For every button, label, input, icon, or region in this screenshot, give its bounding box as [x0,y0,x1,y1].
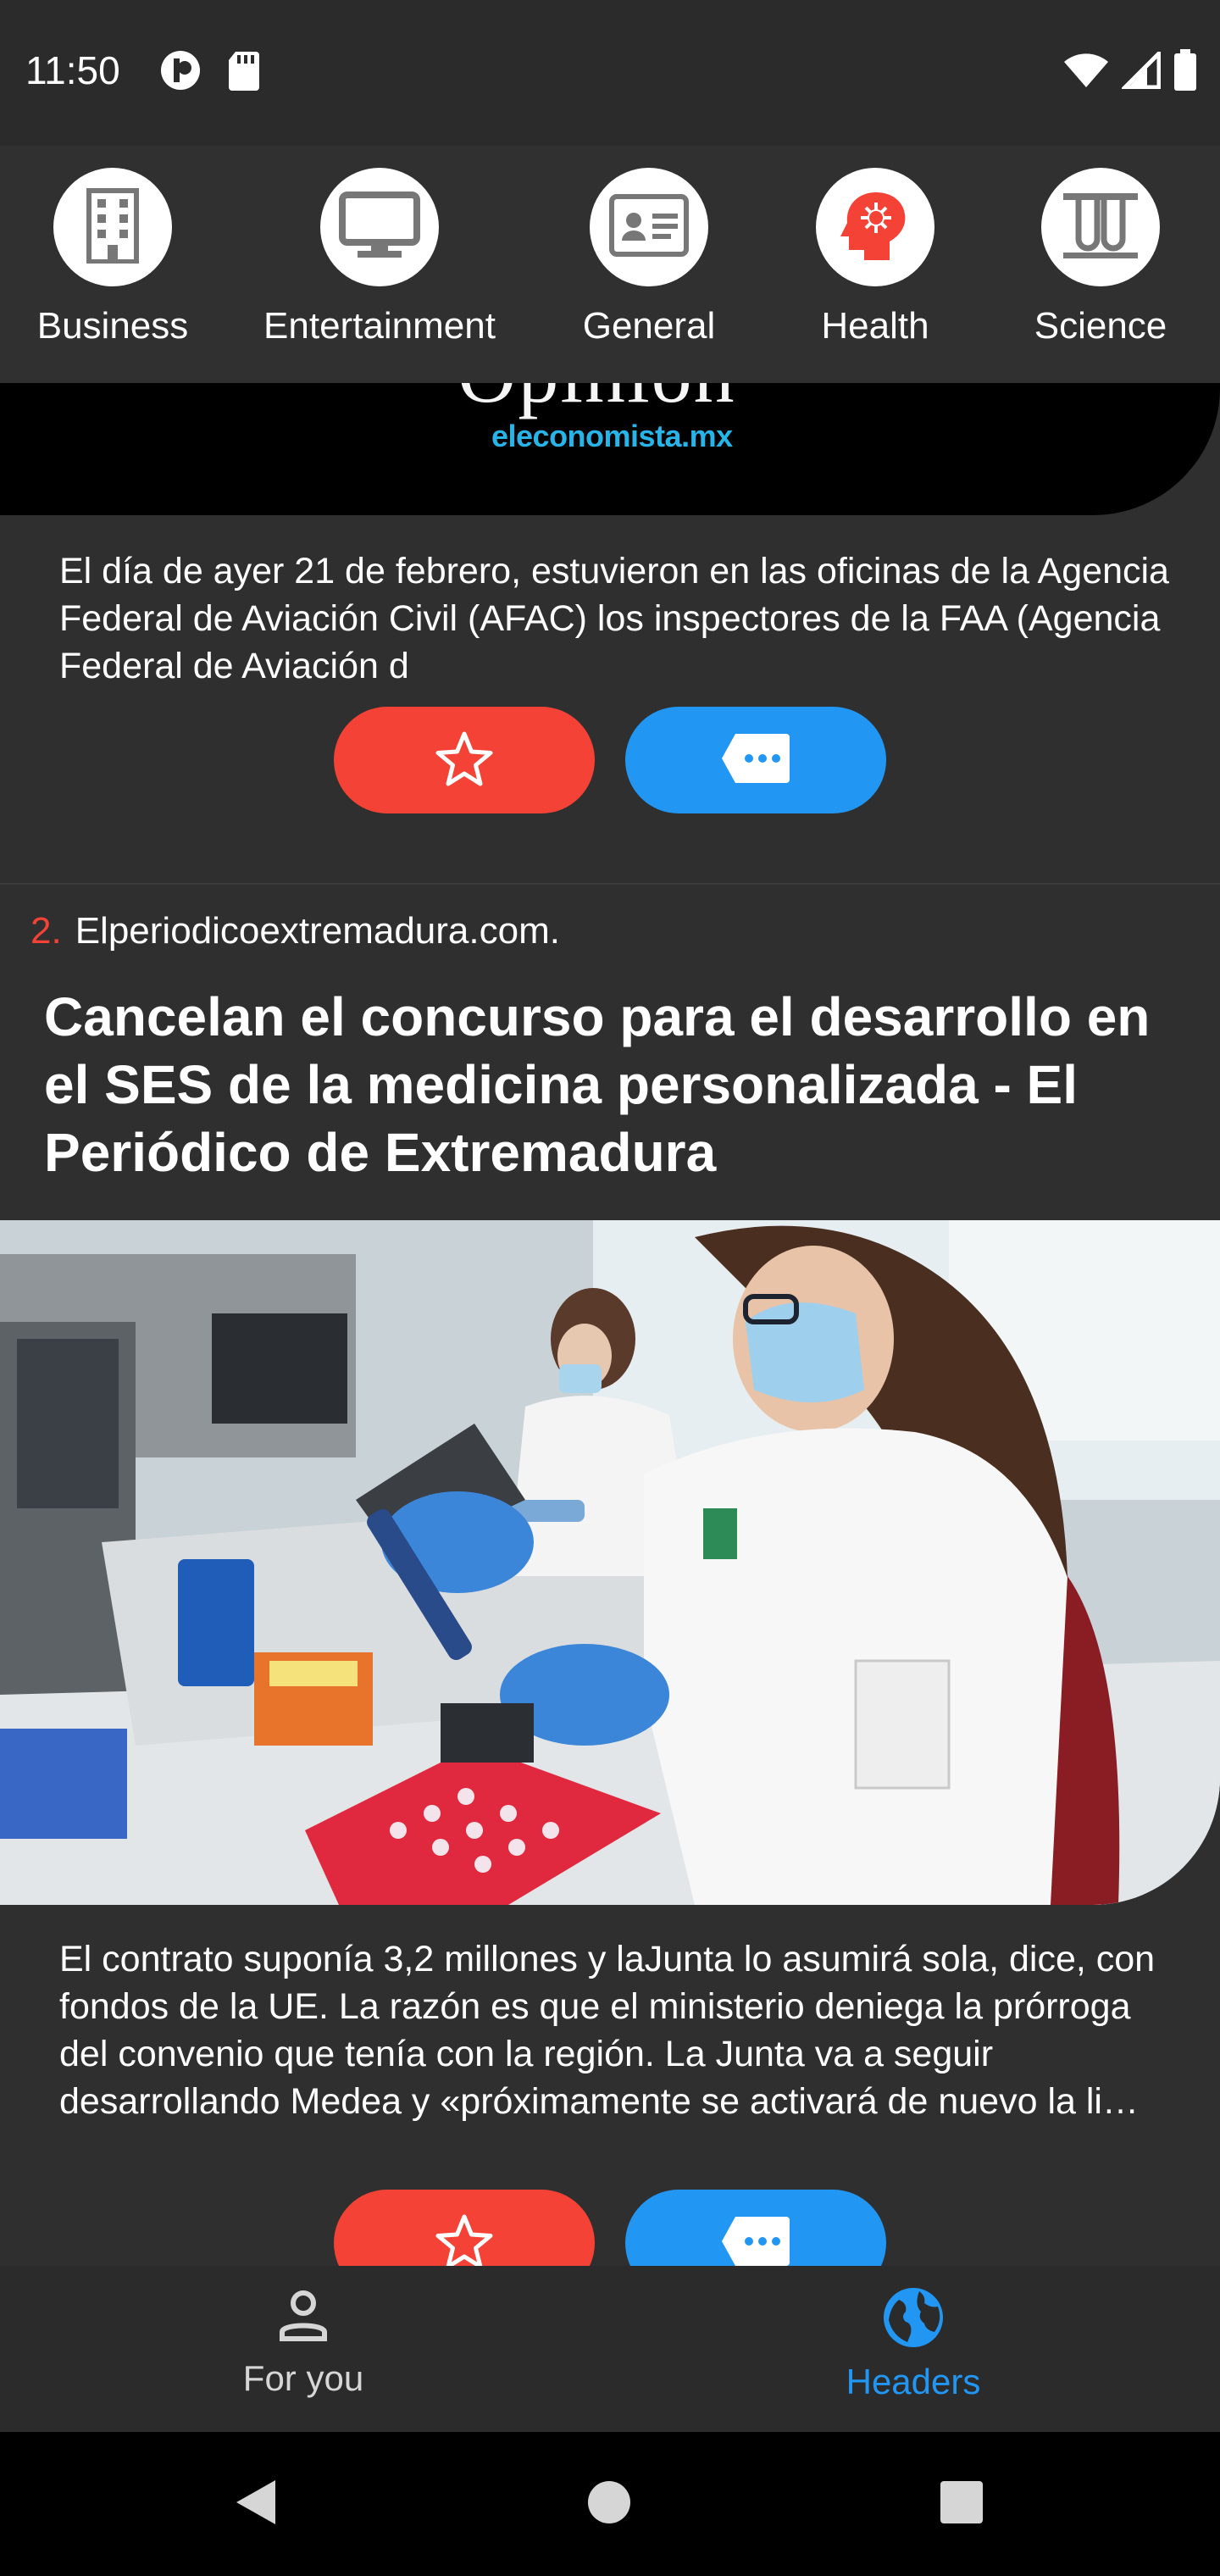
monitor-icon [337,190,422,265]
article-actions [334,2190,886,2266]
recents-square-icon [939,2479,984,2529]
category-business[interactable]: Business [0,168,240,347]
virus-head-icon [837,187,913,268]
building-icon [80,187,145,268]
category-label: General [582,305,716,347]
home-circle-icon [586,2479,632,2529]
image-partial-text: Opinión [458,383,736,421]
article-rank: 2. [30,910,62,952]
tag-more-icon [720,732,791,789]
category-entertainment[interactable]: Entertainment [252,168,507,347]
news-feed[interactable]: Opinión eleconomista.mx El día de ayer 2… [0,383,1220,2266]
category-science[interactable]: Science [973,168,1220,347]
category-circle [1041,168,1160,286]
favorite-button[interactable] [334,2190,595,2266]
share-button[interactable] [625,707,886,813]
status-bar: 11:50 [0,0,1220,146]
article-image[interactable]: Opinión eleconomista.mx [0,383,1220,515]
star-icon [435,730,494,791]
tag-more-icon [720,2215,791,2267]
category-label: Business [36,305,189,347]
status-left-icons [159,49,261,96]
status-time: 11:50 [25,48,120,92]
category-circle [816,168,934,286]
share-button[interactable] [625,2190,886,2266]
image-logo-text: eleconomista.mx [491,419,733,453]
article-actions [334,707,886,813]
article-divider [0,883,1220,885]
article-description: El día de ayer 21 de febrero, estuvieron… [59,551,1169,686]
nav-tab-headers[interactable]: Headers [744,2286,1083,2402]
category-circle [320,168,439,286]
category-general[interactable]: General [522,168,776,347]
back-triangle-icon [231,2477,279,2532]
nav-tab-for-you[interactable]: For you [134,2286,473,2399]
circle-app-icon [159,49,202,96]
favorite-button[interactable] [334,707,595,813]
sd-card-icon [227,50,261,95]
home-button[interactable] [580,2474,639,2534]
category-health[interactable]: Health [748,168,1002,347]
wifi-icon [1062,52,1110,93]
category-circle [590,168,708,286]
back-button[interactable] [225,2474,285,2534]
article-source: 2. Elperiodicoextremadura.com. [30,910,560,952]
article-description: El contrato suponía 3,2 millones y laJun… [59,1939,1156,2122]
status-right-icons [1062,47,1198,96]
test-tubes-icon [1060,190,1141,265]
globe-icon [882,2286,945,2353]
article-image[interactable] [0,1220,1220,1905]
nav-label: For you [242,2358,364,2398]
bottom-navigation: For you Headers [0,2266,1220,2432]
category-label: Health [821,305,929,347]
signal-icon [1119,47,1162,93]
category-circle [53,168,172,286]
system-navigation-bar [0,2432,1220,2576]
category-label: Science [1034,305,1167,347]
battery-icon [1173,49,1198,96]
person-icon [274,2286,333,2350]
source-name: Elperiodicoextremadura.com. [75,910,560,952]
category-label: Entertainment [263,305,496,347]
article-title[interactable]: Cancelan el concurso para el desarrollo … [44,983,1179,1186]
id-card-icon [608,193,690,262]
star-icon [435,2213,494,2266]
nav-label: Headers [846,2362,981,2401]
category-bar: Business Entertainment General Health Sc… [0,146,1220,383]
recents-button[interactable] [932,2474,991,2534]
